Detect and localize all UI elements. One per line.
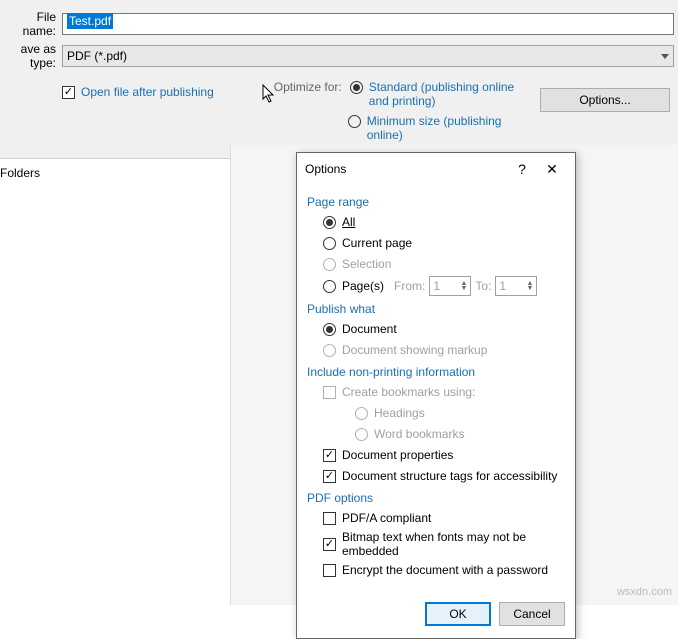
ok-button[interactable]: OK [425, 602, 491, 626]
radio-pages-label: Page(s) [342, 279, 384, 293]
radio-document-label: Document [342, 322, 397, 336]
to-label: To: [475, 279, 491, 293]
radio-current-page-row[interactable]: Current page [323, 234, 565, 252]
optimize-minimum-label: Minimum size (publishing online) [367, 114, 517, 142]
checkbox-icon [323, 449, 336, 462]
checkbox-doc-struct-row[interactable]: Document structure tags for accessibilit… [323, 467, 565, 485]
bitmap-label: Bitmap text when fonts may not be embedd… [342, 530, 565, 558]
optimize-for-label: Optimize for: [274, 80, 342, 94]
dialog-titlebar: Options ? ✕ [297, 153, 575, 185]
radio-minimum[interactable] [348, 115, 361, 128]
folders-label: Folders [0, 166, 40, 180]
checkbox-doc-props-row[interactable]: Document properties [323, 446, 565, 464]
filename-label: File name: [0, 10, 62, 38]
checkbox-icon [323, 538, 336, 551]
radio-icon [323, 216, 336, 229]
radio-selection-row: Selection [323, 255, 565, 273]
from-spinner[interactable]: 1 ▲▼ [429, 276, 471, 296]
radio-doc-markup-label: Document showing markup [342, 343, 487, 357]
radio-icon [323, 280, 336, 293]
radio-all-label: All [342, 215, 355, 229]
radio-all-row[interactable]: All [323, 213, 565, 231]
group-include-nonprint: Include non-printing information [307, 365, 565, 379]
to-spinner[interactable]: 1 ▲▼ [495, 276, 537, 296]
radio-icon [355, 407, 368, 420]
checkbox-icon [323, 470, 336, 483]
group-publish-what: Publish what [307, 302, 565, 316]
from-label: From: [394, 279, 425, 293]
radio-icon [323, 323, 336, 336]
checkbox-icon [323, 564, 336, 577]
savetype-select[interactable]: PDF (*.pdf) [62, 45, 674, 67]
radio-icon [355, 428, 368, 441]
checkbox-create-bookmarks-row: Create bookmarks using: [323, 383, 565, 401]
filename-input[interactable]: Test.pdf [62, 13, 674, 35]
encrypt-label: Encrypt the document with a password [342, 563, 548, 577]
spinner-arrows-icon: ▲▼ [526, 281, 533, 291]
radio-icon [323, 344, 336, 357]
checkbox-pdfa-row[interactable]: PDF/A compliant [323, 509, 565, 527]
options-dialog: Options ? ✕ Page range All Current page … [296, 152, 576, 639]
dialog-title: Options [305, 162, 346, 176]
checkbox-icon [62, 86, 75, 99]
radio-icon [323, 237, 336, 250]
radio-word-bookmarks-row: Word bookmarks [355, 425, 565, 443]
word-bookmarks-label: Word bookmarks [374, 427, 464, 441]
radio-current-page-label: Current page [342, 236, 412, 250]
radio-pages-row[interactable]: Page(s) From: 1 ▲▼ To: 1 ▲▼ [323, 276, 565, 296]
create-bookmarks-label: Create bookmarks using: [342, 385, 475, 399]
group-pdf-options: PDF options [307, 491, 565, 505]
optimize-for-group: Optimize for: Standard (publishing onlin… [274, 80, 519, 148]
save-panel: File name: Test.pdf ave as type: PDF (*.… [0, 0, 678, 159]
doc-props-label: Document properties [342, 448, 453, 462]
doc-struct-label: Document structure tags for accessibilit… [342, 469, 557, 483]
savetype-value: PDF (*.pdf) [67, 49, 127, 63]
close-button[interactable]: ✕ [537, 159, 567, 179]
chevron-down-icon [661, 54, 669, 59]
help-button[interactable]: ? [507, 159, 537, 179]
open-after-label: Open file after publishing [81, 85, 214, 99]
optimize-standard-label: Standard (publishing online and printing… [369, 80, 519, 108]
group-page-range: Page range [307, 195, 565, 209]
options-button[interactable]: Options... [540, 88, 670, 112]
filename-value: Test.pdf [67, 13, 113, 29]
radio-selection-label: Selection [342, 257, 391, 271]
pdfa-label: PDF/A compliant [342, 511, 431, 525]
headings-label: Headings [374, 406, 425, 420]
radio-headings-row: Headings [355, 404, 565, 422]
radio-standard[interactable] [350, 81, 363, 94]
checkbox-icon [323, 386, 336, 399]
checkbox-icon [323, 512, 336, 525]
savetype-label: ave as type: [0, 42, 62, 70]
cancel-button[interactable]: Cancel [499, 602, 565, 626]
checkbox-bitmap-row[interactable]: Bitmap text when fonts may not be embedd… [323, 530, 565, 558]
checkbox-encrypt-row[interactable]: Encrypt the document with a password [323, 561, 565, 579]
radio-doc-markup-row: Document showing markup [323, 341, 565, 359]
open-after-publishing-checkbox[interactable]: Open file after publishing [62, 83, 214, 101]
radio-icon [323, 258, 336, 271]
spinner-arrows-icon: ▲▼ [460, 281, 467, 291]
radio-document-row[interactable]: Document [323, 320, 565, 338]
watermark: wsxdn.com [617, 586, 672, 598]
